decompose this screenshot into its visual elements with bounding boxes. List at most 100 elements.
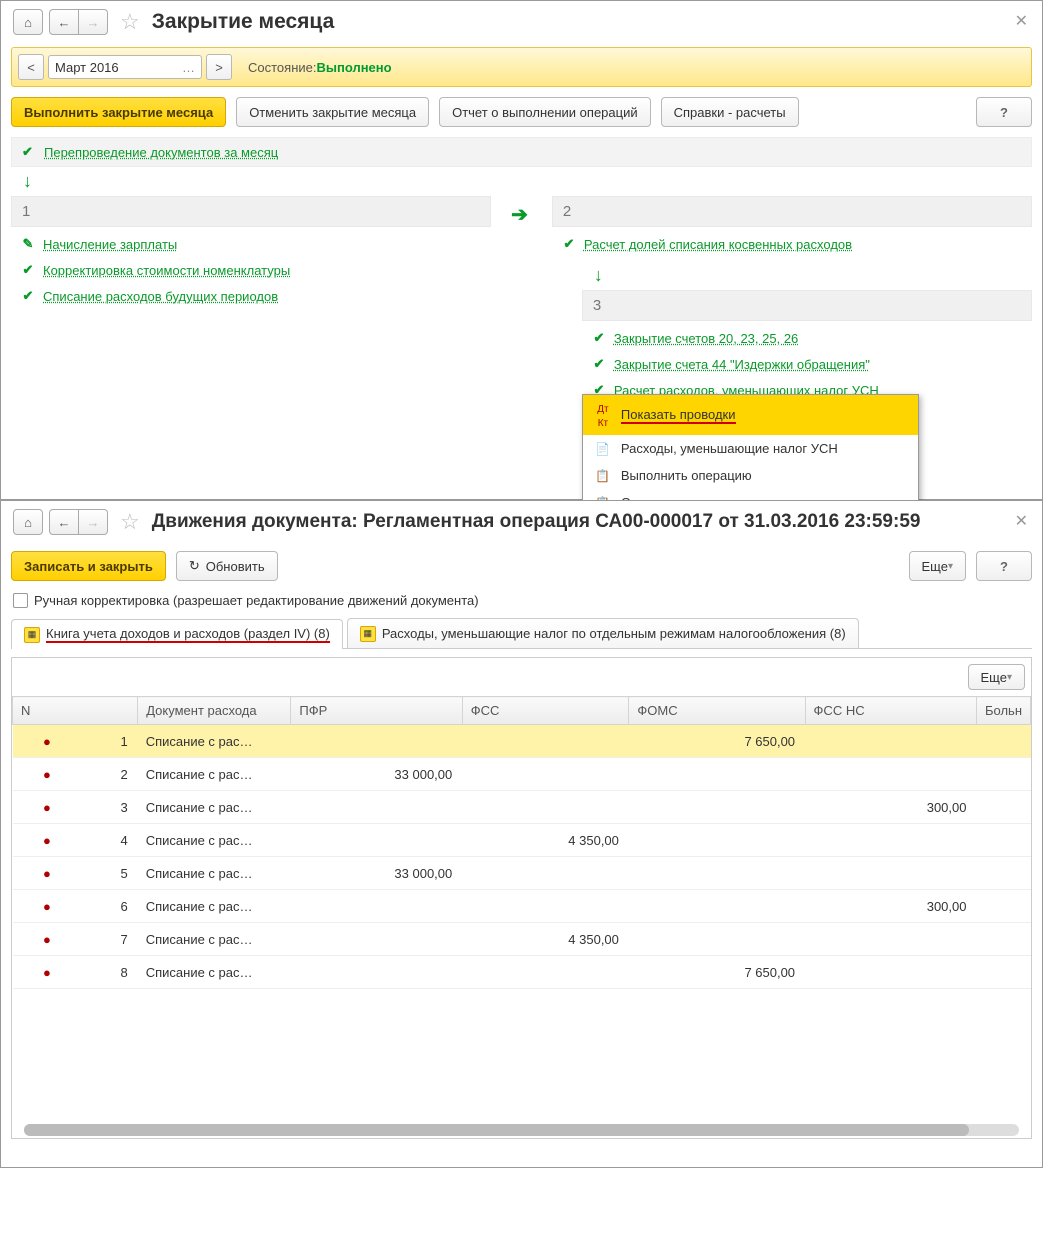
period-bar: < Март 2016 … > Состояние: Выполнено xyxy=(11,47,1032,87)
back-button[interactable]: ← xyxy=(49,9,79,35)
table-row[interactable]: ●2Списание с рас…33 000,00 xyxy=(13,758,1031,791)
cell-fssns xyxy=(805,725,976,758)
cell-fss: 4 350,00 xyxy=(462,923,629,956)
home-button[interactable]: ⌂ xyxy=(13,9,43,35)
row-marker-icon: ● xyxy=(13,725,82,758)
table-row[interactable]: ●8Списание с рас…7 650,00 xyxy=(13,956,1031,989)
column-2: 2 ✔ Расчет долей списания косвенных расх… xyxy=(552,196,1032,407)
manual-edit-checkbox[interactable] xyxy=(13,593,28,608)
table-row[interactable]: ●5Списание с рас…33 000,00 xyxy=(13,857,1031,890)
table-row[interactable]: ●4Списание с рас…4 350,00 xyxy=(13,824,1031,857)
col-foms[interactable]: ФОМС xyxy=(629,697,805,725)
period-field[interactable]: Март 2016 … xyxy=(48,55,202,79)
period-value: Март 2016 xyxy=(55,60,119,75)
cell-pfr xyxy=(291,890,462,923)
cell-foms: 7 650,00 xyxy=(629,725,805,758)
op-close-account-44: ✔ Закрытие счета 44 "Издержки обращения" xyxy=(582,351,1032,377)
reposting-link[interactable]: Перепроведение документов за месяц xyxy=(44,145,278,160)
cell-fss xyxy=(462,725,629,758)
report-button[interactable]: Отчет о выполнении операций xyxy=(439,97,651,127)
op-link[interactable]: Корректировка стоимости номенклатуры xyxy=(43,263,290,278)
home-button[interactable]: ⌂ xyxy=(13,509,43,535)
check-icon: ✔ xyxy=(592,330,606,346)
op-link[interactable]: Закрытие счетов 20, 23, 25, 26 xyxy=(614,331,798,346)
cell-pfr xyxy=(291,824,462,857)
forward-button[interactable]: → xyxy=(78,509,108,535)
cell-doc: Списание с рас… xyxy=(138,857,291,890)
op-future-expenses: ✔ Списание расходов будущих периодов xyxy=(11,283,491,309)
col-fss[interactable]: ФСС xyxy=(462,697,629,725)
tab-kudir-section4[interactable]: ▦ Книга учета доходов и расходов (раздел… xyxy=(11,619,343,649)
col-boln[interactable]: Больн xyxy=(976,697,1030,725)
run-close-button[interactable]: Выполнить закрытие месяца xyxy=(11,97,226,127)
register-icon: ▦ xyxy=(360,626,376,642)
page-title: Движения документа: Регламентная операци… xyxy=(152,511,921,533)
save-close-button[interactable]: Записать и закрыть xyxy=(11,551,166,581)
row-marker-icon: ● xyxy=(13,758,82,791)
tabs: ▦ Книга учета доходов и расходов (раздел… xyxy=(11,618,1032,649)
cell-boln xyxy=(976,923,1030,956)
menu-expenses[interactable]: 📄 Расходы, уменьшающие налог УСН xyxy=(583,435,918,462)
tab-tax-expenses[interactable]: ▦ Расходы, уменьшающие налог по отдельны… xyxy=(347,618,859,648)
forward-button[interactable]: → xyxy=(78,9,108,35)
period-next-button[interactable]: > xyxy=(206,54,232,80)
horizontal-scrollbar[interactable] xyxy=(24,1124,1019,1136)
pencil-check-icon: ✎ xyxy=(21,236,35,252)
cell-boln xyxy=(976,857,1030,890)
col-doc[interactable]: Документ расхода xyxy=(138,697,291,725)
table-row[interactable]: ●1Списание с рас…7 650,00 xyxy=(13,725,1031,758)
op-link[interactable]: Закрытие счета 44 "Издержки обращения" xyxy=(614,357,870,372)
cell-foms xyxy=(629,857,805,890)
page-title: Закрытие месяца xyxy=(152,10,335,34)
row-number: 6 xyxy=(81,890,137,923)
row-marker-icon: ● xyxy=(13,857,82,890)
cell-fss xyxy=(462,791,629,824)
manual-edit-label: Ручная корректировка (разрешает редактир… xyxy=(34,593,479,608)
check-icon: ✔ xyxy=(592,356,606,372)
col-fssns[interactable]: ФСС НС xyxy=(805,697,976,725)
help-button[interactable]: ? xyxy=(976,97,1032,127)
menu-execute[interactable]: 📋 Выполнить операцию xyxy=(583,462,918,489)
cell-doc: Списание с рас… xyxy=(138,923,291,956)
table-row[interactable]: ●3Списание с рас…300,00 xyxy=(13,791,1031,824)
op-link[interactable]: Списание расходов будущих периодов xyxy=(43,289,278,304)
cancel-close-button[interactable]: Отменить закрытие месяца xyxy=(236,97,429,127)
favorite-star-icon[interactable]: ☆ xyxy=(120,509,140,535)
menu-show-postings[interactable]: ДтКт Показать проводки xyxy=(583,395,918,435)
op-link[interactable]: Расчет долей списания косвенных расходов xyxy=(584,237,852,252)
cell-fssns xyxy=(805,956,976,989)
back-button[interactable]: ← xyxy=(49,509,79,535)
help-button[interactable]: ? xyxy=(976,551,1032,581)
col-n[interactable]: N xyxy=(13,697,138,725)
col-pfr[interactable]: ПФР xyxy=(291,697,462,725)
refresh-button[interactable]: ↻ Обновить xyxy=(176,551,278,581)
table-more-button[interactable]: Еще xyxy=(968,664,1025,690)
table-row[interactable]: ●7Списание с рас…4 350,00 xyxy=(13,923,1031,956)
more-button[interactable]: Еще xyxy=(909,551,966,581)
check-icon: ✔ xyxy=(21,262,35,278)
cell-fssns: 300,00 xyxy=(805,791,976,824)
row-number: 7 xyxy=(81,923,137,956)
close-button[interactable]: ✕ xyxy=(1015,511,1028,531)
title-bar: ⌂ ← → ☆ Закрытие месяца ✕ xyxy=(1,1,1042,43)
row-number: 8 xyxy=(81,956,137,989)
favorite-star-icon[interactable]: ☆ xyxy=(120,9,140,35)
context-menu: ДтКт Показать проводки 📄 Расходы, уменьш… xyxy=(582,394,919,517)
close-button[interactable]: ✕ xyxy=(1015,11,1028,31)
row-marker-icon: ● xyxy=(13,791,82,824)
execute-icon: 📋 xyxy=(595,469,611,483)
cell-boln xyxy=(976,791,1030,824)
references-button[interactable]: Справки - расчеты xyxy=(661,97,799,127)
table-row[interactable]: ●6Списание с рас…300,00 xyxy=(13,890,1031,923)
register-icon: ▦ xyxy=(24,627,40,643)
table-container: Еще N Документ расхода ПФР ФСС ФОМС ФСС … xyxy=(11,657,1032,1139)
menu-label: Выполнить операцию xyxy=(621,468,752,483)
cell-pfr xyxy=(291,956,462,989)
op-link[interactable]: Начисление зарплаты xyxy=(43,237,177,252)
movements-table: N Документ расхода ПФР ФСС ФОМС ФСС НС Б… xyxy=(12,696,1031,989)
arrow-right-icon: ➔ xyxy=(511,202,532,227)
ellipsis-icon[interactable]: … xyxy=(182,60,195,75)
cell-fss: 4 350,00 xyxy=(462,824,629,857)
period-prev-button[interactable]: < xyxy=(18,54,44,80)
cell-fss xyxy=(462,890,629,923)
